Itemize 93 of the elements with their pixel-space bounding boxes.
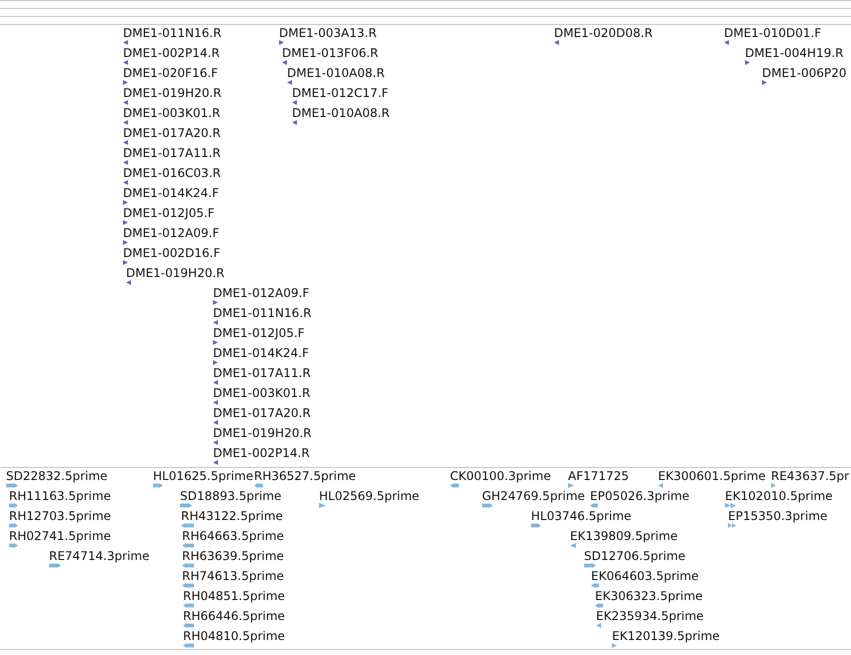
- feature-label: EP05026.3prime: [590, 489, 690, 503]
- feature-label: RH43122.5prime: [181, 509, 283, 523]
- feature-label: DME1-010D01.F: [724, 26, 822, 40]
- feature-label: DME1-013F06.R: [282, 46, 378, 60]
- feature-label: DME1-019H20.R: [126, 266, 224, 280]
- feature-label: DME1-010A08.R: [287, 66, 385, 80]
- right-triangle-icon[interactable]: [279, 40, 284, 45]
- right-triangle-icon[interactable]: [213, 300, 218, 305]
- left-triangle-icon[interactable]: [213, 320, 218, 325]
- left-triangle-icon[interactable]: [213, 440, 218, 445]
- left-triangle-icon[interactable]: [292, 100, 297, 105]
- feature-label: DME1-016C03.R: [123, 166, 221, 180]
- right-triangle-icon[interactable]: [123, 220, 128, 225]
- feature-label: DME1-002D16.F: [123, 246, 220, 260]
- left-triangle-icon[interactable]: [282, 60, 287, 65]
- feature-label: DME1-012J05.F: [213, 326, 305, 340]
- feature-label: EK102010.5prime: [725, 489, 833, 503]
- feature-label: DME1-019H20.R: [123, 86, 222, 100]
- feature-label: DME1-004H19.R: [745, 46, 844, 60]
- right-triangle-icon[interactable]: [745, 60, 750, 65]
- feature-label: RH04851.5prime: [183, 589, 285, 603]
- left-triangle-icon[interactable]: [123, 160, 128, 165]
- feature-label: EK300601.5prime: [658, 469, 766, 483]
- left-triangle-icon[interactable]: [123, 180, 128, 185]
- feature-label: DME1-003K01.R: [213, 386, 310, 400]
- left-triangle-icon[interactable]: [123, 120, 128, 125]
- feature-label: DME1-002P14.R: [213, 446, 310, 460]
- feature-label: SD18893.5prime: [180, 489, 282, 503]
- right-triangle-icon[interactable]: [762, 80, 767, 85]
- left-triangle-icon[interactable]: [213, 380, 218, 385]
- feature-label: DME1-003A13.R: [279, 26, 377, 40]
- feature-label: RH36527.5prime: [254, 469, 356, 483]
- right-triangle-icon[interactable]: [123, 80, 128, 85]
- feature-label: RE74714.3prime: [49, 549, 150, 563]
- feature-label: DME1-017A20.R: [123, 126, 221, 140]
- feature-label: RH74613.5prime: [182, 569, 284, 583]
- feature-label: HL01625.5prime: [153, 469, 254, 483]
- feature-label: EP15350.3prime: [728, 509, 828, 523]
- left-triangle-icon[interactable]: [213, 400, 218, 405]
- feature-label: DME1-011N16.R: [213, 306, 312, 320]
- feature-label: DME1-012A09.F: [213, 286, 310, 300]
- feature-label: RH11163.5prime: [9, 489, 111, 503]
- left-triangle-icon[interactable]: [123, 100, 128, 105]
- left-triangle-icon[interactable]: [123, 140, 128, 145]
- feature-label: DME1-012A09.F: [123, 226, 220, 240]
- feature-label: EK306323.5prime: [595, 589, 703, 603]
- feature-label: DME1-010A08.R: [292, 106, 390, 120]
- left-triangle-icon[interactable]: [126, 280, 131, 285]
- feature-label: DME1-020F16.F: [123, 66, 218, 80]
- feature-label: DME1-017A20.R: [213, 406, 311, 420]
- left-triangle-icon[interactable]: [554, 40, 559, 45]
- feature-label: EK235934.5prime: [596, 609, 704, 623]
- feature-label: DME1-011N16.R: [123, 26, 222, 40]
- feature-label: RH12703.5prime: [9, 509, 111, 523]
- right-triangle-icon[interactable]: [123, 240, 128, 245]
- feature-label: EK064603.5prime: [591, 569, 699, 583]
- feature-label: AF171725: [568, 469, 629, 483]
- feature-label: HL02569.5prime: [319, 489, 420, 503]
- feature-label: GH24769.5prime: [482, 489, 585, 503]
- left-triangle-icon[interactable]: [123, 60, 128, 65]
- feature-label: DME1-006P20: [762, 66, 847, 80]
- feature-label: SD22832.5prime: [6, 469, 108, 483]
- feature-label: SD12706.5prime: [584, 549, 686, 563]
- feature-label: DME1-017A11.R: [213, 366, 311, 380]
- right-triangle-icon[interactable]: [213, 360, 218, 365]
- feature-label: EK120139.5prime: [612, 629, 720, 643]
- left-triangle-icon[interactable]: [292, 120, 297, 125]
- right-triangle-icon[interactable]: [123, 200, 128, 205]
- feature-label: DME1-019H20.R: [213, 426, 312, 440]
- feature-label: RH64663.5prime: [182, 529, 284, 543]
- feature-label: RH66446.5prime: [183, 609, 285, 623]
- feature-label: CK00100.3prime: [450, 469, 551, 483]
- feature-label: DME1-014K24.F: [213, 346, 309, 360]
- feature-label: RH02741.5prime: [9, 529, 111, 543]
- feature-label: DME1-017A11.R: [123, 146, 221, 160]
- right-triangle-icon[interactable]: [123, 260, 128, 265]
- left-triangle-icon[interactable]: [123, 40, 128, 45]
- left-triangle-icon[interactable]: [287, 80, 292, 85]
- feature-label: DME1-002P14.R: [123, 46, 220, 60]
- feature-label: HL03746.5prime: [531, 509, 632, 523]
- right-triangle-icon[interactable]: [213, 340, 218, 345]
- feature-label: RH63639.5prime: [182, 549, 284, 563]
- feature-label: DME1-003K01.R: [123, 106, 220, 120]
- feature-label: DME1-012J05.F: [123, 206, 215, 220]
- feature-label: RE43637.5pr: [771, 469, 850, 483]
- feature-label: EK139809.5prime: [570, 529, 678, 543]
- feature-label: RH04810.5prime: [183, 629, 285, 643]
- feature-label: DME1-012C17.F: [292, 86, 388, 100]
- left-triangle-icon[interactable]: [724, 40, 729, 45]
- feature-label: DME1-014K24.F: [123, 186, 219, 200]
- left-triangle-icon[interactable]: [213, 460, 218, 465]
- feature-label: DME1-020D08.R: [554, 26, 653, 40]
- left-triangle-icon[interactable]: [213, 420, 218, 425]
